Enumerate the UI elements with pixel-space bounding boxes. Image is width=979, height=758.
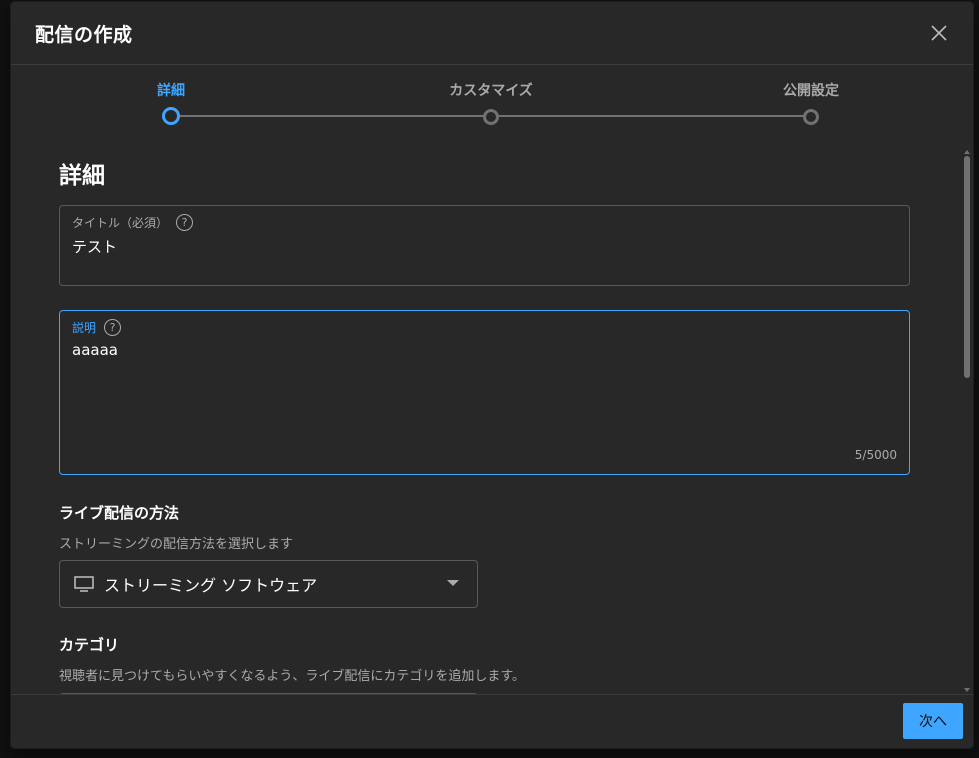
step-label-visibility[interactable]: 公開設定	[783, 80, 839, 100]
scroll-down-icon[interactable]	[964, 688, 970, 692]
step-dot-details[interactable]	[162, 107, 180, 125]
next-button[interactable]: 次へ	[903, 703, 963, 739]
monitor-icon	[74, 576, 94, 592]
close-button[interactable]	[927, 21, 951, 45]
dialog-title: 配信の作成	[35, 24, 133, 46]
scrollbar[interactable]	[964, 150, 970, 692]
scroll-thumb[interactable]	[964, 156, 970, 378]
description-label-text: 説明	[72, 321, 97, 335]
description-field[interactable]: 説明 ? aaaaa 5/5000	[59, 310, 910, 475]
dialog-footer: 次へ	[11, 694, 973, 748]
help-icon[interactable]: ?	[176, 214, 194, 231]
live-method-heading: ライブ配信の方法	[59, 504, 180, 522]
step-connector	[491, 115, 811, 117]
title-field-label: タイトル（必須） ?	[72, 214, 194, 231]
section-title: 詳細	[59, 163, 105, 189]
title-input[interactable]: テスト	[72, 236, 117, 257]
step-dot-visibility[interactable]	[803, 109, 819, 125]
help-icon[interactable]: ?	[104, 319, 122, 336]
scroll-up-icon[interactable]	[964, 150, 970, 154]
live-method-selected: ストリーミング ソフトウェア	[104, 576, 318, 595]
description-input[interactable]: aaaaa	[72, 341, 118, 359]
create-stream-dialog: 配信の作成 詳細 カスタマイズ 公開設定 詳細 タイトル（必須） ? テスト 説…	[11, 2, 973, 748]
live-method-select[interactable]: ストリーミング ソフトウェア	[59, 560, 478, 608]
close-icon	[931, 25, 947, 41]
live-method-description: ストリーミングの配信方法を選択します	[59, 537, 294, 552]
title-label-text: タイトル（必須）	[72, 216, 169, 230]
category-description: 視聴者に見つけてもらいやすくなるよう、ライブ配信にカテゴリを追加します。	[59, 669, 526, 684]
char-counter: 5/5000	[854, 448, 897, 462]
title-field[interactable]: タイトル（必須） ? テスト	[59, 205, 910, 286]
step-label-details[interactable]: 詳細	[157, 80, 185, 100]
caret-down-icon	[447, 580, 459, 586]
stepper: 詳細 カスタマイズ 公開設定	[11, 65, 973, 131]
dialog-header: 配信の作成	[11, 2, 973, 65]
step-label-customize[interactable]: カスタマイズ	[449, 80, 533, 100]
category-heading: カテゴリ	[59, 636, 120, 654]
step-connector	[171, 115, 491, 117]
details-content: 詳細 タイトル（必須） ? テスト 説明 ? aaaaa 5/5000 ライブ配…	[11, 132, 973, 694]
description-field-label: 説明 ?	[72, 319, 122, 336]
step-dot-customize[interactable]	[483, 109, 499, 125]
